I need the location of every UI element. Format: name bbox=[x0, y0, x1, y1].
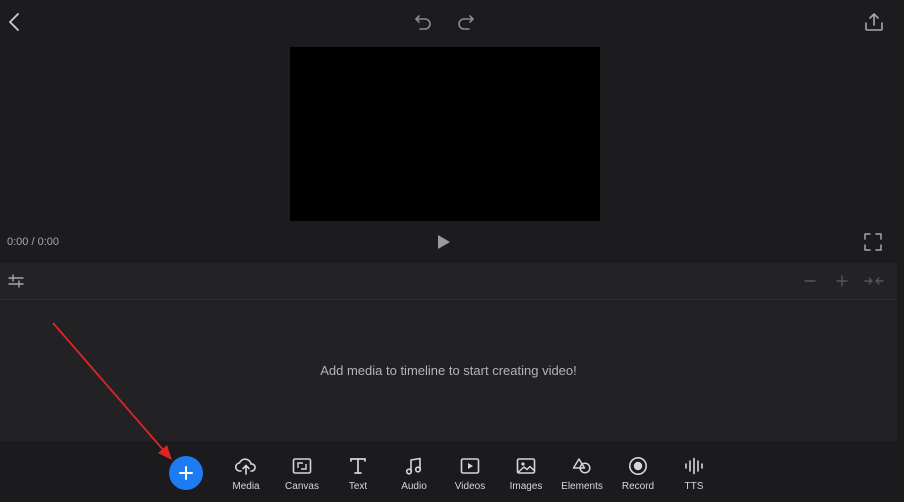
minus-icon bbox=[804, 280, 816, 282]
cloud-upload-icon bbox=[235, 458, 256, 475]
image-icon bbox=[516, 458, 536, 474]
tool-images[interactable]: Images bbox=[501, 455, 551, 495]
time-readout: 0:00 / 0:00 bbox=[7, 236, 59, 248]
share-upload-icon bbox=[865, 13, 883, 31]
back-button[interactable] bbox=[4, 11, 24, 33]
chevron-left-icon bbox=[9, 13, 19, 31]
tool-label: TTS bbox=[684, 481, 704, 492]
tool-media[interactable]: Media bbox=[221, 455, 271, 495]
collapse-arrows-icon bbox=[864, 277, 884, 285]
shapes-icon bbox=[572, 458, 591, 474]
zoom-in-button[interactable] bbox=[832, 272, 852, 290]
tool-label: Record bbox=[621, 481, 655, 492]
sliders-icon bbox=[8, 274, 24, 288]
tool-videos[interactable]: Videos bbox=[445, 455, 495, 495]
plus-icon bbox=[179, 466, 193, 480]
timeline-settings-button[interactable] bbox=[6, 271, 26, 291]
play-icon bbox=[438, 235, 450, 249]
export-button[interactable] bbox=[862, 10, 886, 34]
zoom-out-button[interactable] bbox=[800, 272, 820, 290]
tool-record[interactable]: Record bbox=[613, 455, 663, 495]
play-button[interactable] bbox=[434, 232, 454, 252]
record-icon bbox=[629, 457, 647, 475]
fullscreen-button[interactable] bbox=[863, 232, 883, 252]
add-media-button[interactable] bbox=[169, 456, 203, 490]
timeline-area[interactable]: Add media to timeline to start creating … bbox=[0, 300, 897, 441]
plus-icon bbox=[836, 275, 848, 287]
text-icon bbox=[350, 458, 366, 474]
timeline-toolbar bbox=[0, 263, 897, 300]
tool-tts[interactable]: TTS bbox=[669, 455, 719, 495]
tool-label: Media bbox=[232, 481, 260, 492]
timeline-empty-message: Add media to timeline to start creating … bbox=[320, 363, 577, 378]
tool-label: Canvas bbox=[285, 481, 319, 492]
redo-icon bbox=[458, 15, 474, 30]
tool-canvas[interactable]: Canvas bbox=[277, 455, 327, 495]
tool-elements[interactable]: Elements bbox=[557, 455, 607, 495]
undo-button[interactable] bbox=[412, 11, 434, 33]
video-canvas[interactable] bbox=[290, 47, 600, 221]
tool-audio[interactable]: Audio bbox=[389, 455, 439, 495]
canvas-resize-icon bbox=[292, 458, 312, 474]
tool-label: Videos bbox=[454, 481, 486, 492]
fit-timeline-button[interactable] bbox=[862, 272, 886, 290]
tool-label: Images bbox=[509, 481, 543, 492]
undo-icon bbox=[415, 15, 431, 30]
tool-label: Audio bbox=[401, 481, 427, 492]
video-play-icon bbox=[460, 458, 480, 474]
tool-label: Text bbox=[348, 481, 368, 492]
waveform-icon bbox=[685, 457, 703, 475]
tool-label: Elements bbox=[561, 481, 603, 492]
music-note-icon bbox=[405, 457, 422, 475]
scrollbar-track[interactable] bbox=[897, 263, 904, 441]
fullscreen-icon bbox=[864, 233, 882, 251]
redo-button[interactable] bbox=[455, 11, 477, 33]
tool-text[interactable]: Text bbox=[333, 455, 383, 495]
